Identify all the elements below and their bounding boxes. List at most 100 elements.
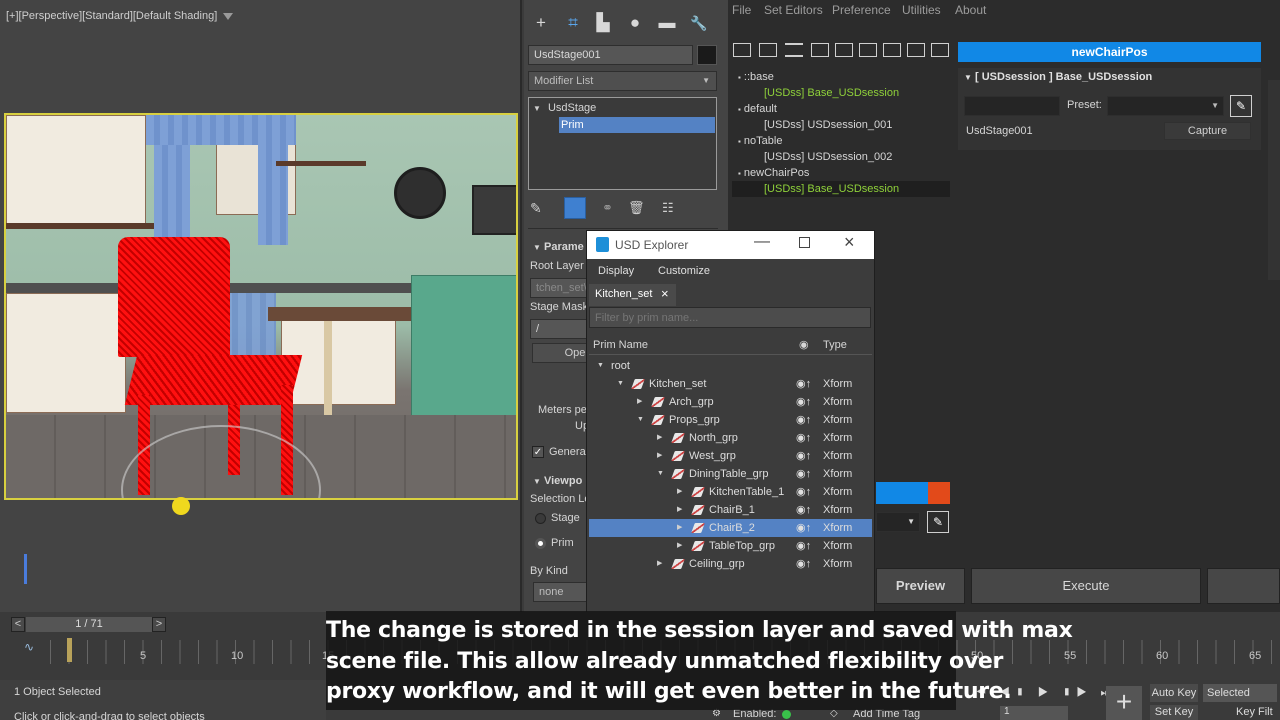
configure-sets-icon[interactable]: ☷	[662, 200, 674, 216]
rename-icon[interactable]	[835, 43, 853, 57]
new-set-icon[interactable]	[733, 43, 751, 57]
prim-row[interactable]: ▶ North_grp ◉↑ Xform	[589, 429, 872, 447]
preview-button[interactable]: Preview	[876, 568, 965, 604]
enabled-indicator[interactable]	[782, 710, 791, 719]
maximize-icon[interactable]	[799, 237, 810, 248]
key-filters-button[interactable]: Key Filt	[1236, 706, 1273, 718]
object-color-swatch[interactable]	[697, 45, 717, 65]
type-header[interactable]: Type	[823, 339, 847, 351]
stack-item-usdstage[interactable]: ▼ UsdStage	[533, 100, 713, 116]
collapse-icon[interactable]: ▼	[657, 465, 664, 483]
prim-row[interactable]: ▼ DiningTable_grp ◉↑ Xform	[589, 465, 872, 483]
tree-item-session[interactable]: [USDss] USDsession_001	[764, 117, 892, 133]
settings-list-icon[interactable]	[931, 43, 949, 57]
curve-editor-icon[interactable]: ∿	[24, 640, 34, 654]
visibility-icon[interactable]: ◉↑	[796, 537, 811, 555]
create-tab-icon[interactable]: +	[528, 10, 554, 36]
menu-set-editors[interactable]: Set Editors	[764, 3, 823, 17]
prim-radio[interactable]	[535, 538, 546, 549]
set-key-button[interactable]: Set Key	[1150, 705, 1198, 720]
show-end-result-icon[interactable]	[564, 197, 586, 219]
stack-item-prim[interactable]: Prim	[559, 117, 715, 133]
tree-item-session[interactable]: [USDss] Base_USDsession	[764, 181, 899, 197]
expand-icon[interactable]: ▶	[657, 555, 662, 573]
prim-name-header[interactable]: Prim Name	[593, 339, 648, 351]
bottom-dropdown[interactable]: ▼	[876, 512, 920, 532]
clear-icon[interactable]	[883, 43, 901, 57]
stage-radio[interactable]	[535, 513, 546, 524]
gizmo-handle[interactable]	[172, 497, 190, 515]
perspective-viewport[interactable]: [+][Perspective][Standard][Default Shadi…	[0, 0, 522, 612]
delete-icon[interactable]	[859, 43, 877, 57]
prim-row[interactable]: ▼ root	[589, 357, 872, 375]
filter-input[interactable]	[589, 307, 871, 328]
tree-item-session[interactable]: [USDss] Base_USDsession	[764, 85, 899, 101]
preset-dropdown[interactable]: ▼	[1107, 96, 1224, 116]
tree-item-notable[interactable]: ▪ noTable	[738, 133, 782, 150]
tree-item-base[interactable]: ▪ ::base	[738, 69, 774, 86]
visibility-icon[interactable]: ◉↑	[796, 519, 811, 537]
image-icon[interactable]	[907, 43, 925, 57]
prim-row[interactable]: ▶ Ceiling_grp ◉↑ Xform	[589, 555, 872, 573]
visibility-icon[interactable]: ◉↑	[796, 501, 811, 519]
minimize-icon[interactable]: —	[754, 233, 770, 251]
root-layer-field[interactable]: tchen_set\	[530, 278, 590, 298]
modify-tab-icon[interactable]: ⌗	[560, 10, 586, 36]
next-frame-button[interactable]: >	[152, 617, 166, 632]
make-unique-icon[interactable]: ⚭	[602, 200, 613, 216]
scrollbar[interactable]	[1268, 80, 1280, 280]
current-frame-field[interactable]: 1	[1000, 706, 1068, 720]
generate-checkbox[interactable]: ✓	[532, 446, 544, 458]
modifier-stack[interactable]: ▼ UsdStage Prim	[528, 97, 717, 190]
chair-seat[interactable]	[124, 355, 303, 405]
object-name-field[interactable]: UsdStage001	[528, 45, 693, 65]
hierarchy-tab-icon[interactable]: ▙	[590, 10, 616, 36]
collapse-icon[interactable]: ▼	[597, 357, 604, 375]
visibility-icon[interactable]: ◉↑	[796, 447, 811, 465]
menu-about[interactable]: About	[955, 3, 986, 17]
pin-stack-icon[interactable]: ✎	[530, 200, 542, 217]
collapse-icon[interactable]: ▼	[637, 411, 644, 429]
execute-button[interactable]: Execute	[971, 568, 1201, 604]
set-key-icon[interactable]: +	[1106, 686, 1142, 720]
menu-utilities[interactable]: Utilities	[902, 3, 941, 17]
display-tab-icon[interactable]: ▬	[654, 10, 680, 36]
utilities-tab-icon[interactable]: 🔧	[686, 10, 712, 36]
prim-row[interactable]: ▶ ChairB_2 ◉↑ Xform	[589, 519, 872, 537]
menu-preference[interactable]: Preference	[832, 3, 891, 17]
expand-icon[interactable]: ▶	[677, 483, 682, 501]
list-icon[interactable]	[759, 43, 777, 57]
prim-row[interactable]: ▶ Arch_grp ◉↑ Xform	[589, 393, 872, 411]
expand-icon[interactable]: ▶	[657, 429, 662, 447]
open-button[interactable]: Ope	[532, 343, 590, 363]
visibility-icon[interactable]: ◉↑	[796, 483, 811, 501]
tree-item-session[interactable]: [USDss] USDsession_002	[764, 149, 892, 165]
visibility-icon[interactable]: ◉↑	[796, 393, 811, 411]
tree-item-default[interactable]: ▪ default	[738, 101, 777, 118]
expand-icon[interactable]: ▶	[677, 519, 682, 537]
motion-tab-icon[interactable]: ●	[622, 10, 648, 36]
tree-item-newchairpos[interactable]: ▪ newChairPos	[738, 165, 809, 182]
menu-customize[interactable]: Customize	[658, 265, 710, 277]
expand-icon[interactable]: ▶	[657, 447, 662, 465]
visibility-icon[interactable]: ◉↑	[796, 375, 811, 393]
capture-button[interactable]: Capture	[1164, 122, 1251, 140]
by-kind-dropdown[interactable]: none	[533, 582, 588, 602]
kitchen-scene-render[interactable]	[4, 113, 518, 500]
collapse-icon[interactable]: ▼	[617, 375, 624, 393]
add-session-icon[interactable]	[811, 43, 829, 57]
visibility-icon[interactable]: ◉↑	[796, 429, 811, 447]
expand-icon[interactable]: ▶	[677, 501, 682, 519]
prim-row[interactable]: ▶ West_grp ◉↑ Xform	[589, 447, 872, 465]
time-marker[interactable]	[67, 638, 72, 662]
remove-modifier-icon[interactable]: 🗑	[628, 200, 645, 216]
prim-row[interactable]: ▼ Kitchen_set ◉↑ Xform	[589, 375, 872, 393]
prev-frame-button[interactable]: <	[11, 617, 25, 632]
viewport-rollout-title[interactable]: ▼ Viewpo	[533, 475, 582, 487]
prim-row[interactable]: ▼ Props_grp ◉↑ Xform	[589, 411, 872, 429]
prim-row[interactable]: ▶ TableTop_grp ◉↑ Xform	[589, 537, 872, 555]
close-tab-icon[interactable]: ×	[661, 286, 669, 301]
visibility-icon[interactable]: ◉↑	[796, 555, 811, 573]
expand-icon[interactable]: ▶	[637, 393, 642, 411]
visibility-icon[interactable]: ◉↑	[796, 465, 811, 483]
